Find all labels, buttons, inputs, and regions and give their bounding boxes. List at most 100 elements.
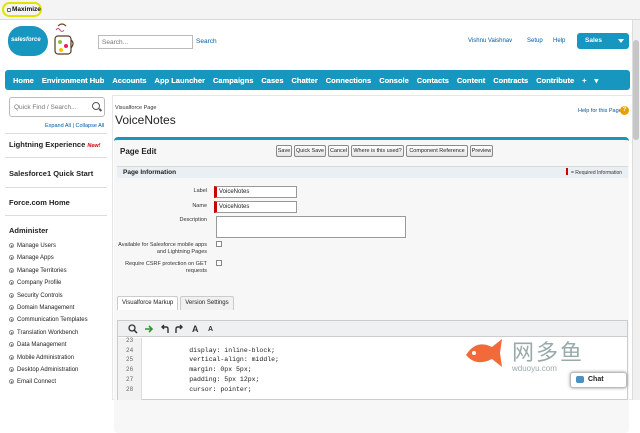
- tab-contribute[interactable]: Contribute: [532, 76, 578, 85]
- tab-contracts[interactable]: Contracts: [489, 76, 532, 85]
- code-line[interactable]: cursor: pointer;: [158, 386, 251, 393]
- search-input[interactable]: [99, 36, 192, 48]
- sidebar-item-communication-templates[interactable]: Communication Templates: [9, 317, 88, 323]
- sidebar-item-company-profile[interactable]: Company Profile: [9, 280, 61, 286]
- force-home-link[interactable]: Force.com Home: [9, 198, 107, 207]
- tab-connections[interactable]: Connections: [322, 76, 375, 85]
- setup-link[interactable]: Setup: [527, 38, 543, 44]
- sidebar-item-domain-management[interactable]: Domain Management: [9, 305, 74, 311]
- description-field[interactable]: [216, 216, 406, 238]
- font-decrease-button[interactable]: A: [208, 326, 213, 333]
- expand-arrow-icon[interactable]: [9, 267, 14, 273]
- label-label: Label: [193, 188, 207, 194]
- sidebar-item-translation-workbench[interactable]: Translation Workbench: [9, 329, 78, 336]
- expand-arrow-icon[interactable]: [9, 354, 14, 360]
- search-icon[interactable]: [128, 324, 138, 334]
- divider: [5, 157, 107, 158]
- expand-arrow-icon[interactable]: [9, 305, 14, 310]
- expand-arrow-icon[interactable]: [9, 243, 14, 248]
- code-line[interactable]: padding: 5px 12px;: [158, 376, 259, 383]
- page-subtitle: Visualforce Page: [115, 105, 157, 111]
- code-line[interactable]: margin: 0px 5px;: [158, 366, 251, 373]
- expand-arrow-icon[interactable]: [9, 329, 14, 335]
- label-field[interactable]: VoiceNotes: [214, 186, 297, 198]
- new-badge: New!: [87, 143, 101, 149]
- redo-icon[interactable]: [174, 324, 184, 334]
- sidebar-item-desktop-administration[interactable]: Desktop Administration: [9, 367, 78, 373]
- tab-visualforce-markup[interactable]: Visualforce Markup: [117, 296, 179, 310]
- scrollbar-thumb[interactable]: [633, 40, 639, 140]
- expand-arrow-icon[interactable]: [9, 379, 14, 385]
- sidebar-item-data-management[interactable]: Data Management: [9, 342, 66, 348]
- divider: [5, 187, 107, 188]
- sidebar-item-mobile-administration[interactable]: Mobile Administration: [9, 354, 74, 361]
- sidebar-item-manage-territories[interactable]: Manage Territories: [9, 267, 67, 274]
- tab-content[interactable]: Content: [453, 76, 489, 85]
- expand-arrow-icon[interactable]: [9, 292, 14, 298]
- sidebar-item-manage-apps[interactable]: Manage Apps: [9, 255, 54, 261]
- required-note: = Required Information: [566, 168, 622, 176]
- required-marker: [566, 168, 568, 175]
- mobile-checkbox[interactable]: [216, 241, 222, 247]
- sidebar-item-email-connect[interactable]: Email Connect: [9, 379, 56, 385]
- expand-arrow-icon[interactable]: [9, 280, 14, 286]
- csrf-checkbox[interactable]: [216, 260, 222, 266]
- tab-accounts[interactable]: Accounts: [108, 76, 150, 85]
- quick-find-input[interactable]: [14, 99, 94, 115]
- tab-cases[interactable]: Cases: [257, 76, 287, 85]
- save-button[interactable]: Save: [276, 145, 292, 157]
- name-label: Name: [192, 203, 207, 209]
- tab-chatter[interactable]: Chatter: [288, 76, 322, 85]
- component-reference-button[interactable]: Component Reference: [406, 145, 468, 157]
- expand-collapse-links[interactable]: Expand All | Collapse All: [45, 123, 104, 129]
- tab-campaigns[interactable]: Campaigns: [209, 76, 257, 85]
- tab-home[interactable]: Home: [9, 76, 38, 85]
- expand-arrow-icon[interactable]: [9, 255, 14, 261]
- tab-more[interactable]: +: [578, 76, 590, 85]
- browser-topbar: Maximize: [0, 0, 640, 20]
- tab-environment-hub[interactable]: Environment Hub: [38, 76, 109, 85]
- quick-save-button[interactable]: Quick Save: [294, 145, 326, 157]
- expand-arrow-icon[interactable]: [9, 317, 14, 323]
- app-menu[interactable]: Sales: [577, 33, 629, 49]
- help-link[interactable]: Help: [553, 38, 565, 44]
- user-menu[interactable]: Vishnu Vaishnav: [468, 38, 512, 44]
- tab-version-settings[interactable]: Version Settings: [180, 296, 234, 310]
- global-search[interactable]: [98, 35, 193, 49]
- go-to-line-icon[interactable]: [144, 324, 154, 334]
- tab-menu-chevron-icon[interactable]: ▾: [591, 76, 603, 85]
- where-is-this-used-button[interactable]: Where is this used?: [351, 145, 404, 157]
- sidebar-item-security-controls[interactable]: Security Controls: [9, 292, 63, 299]
- help-for-page-link[interactable]: Help for this Page?: [578, 106, 629, 115]
- font-increase-button[interactable]: A: [192, 324, 199, 334]
- mascot-icon: [54, 23, 74, 55]
- page-edit-title: Page Edit: [120, 147, 157, 156]
- name-field[interactable]: VoiceNotes: [214, 201, 297, 213]
- divider: [5, 215, 107, 216]
- expand-arrow-icon[interactable]: [9, 367, 14, 372]
- code-line[interactable]: vertical-align: middle;: [158, 356, 279, 363]
- chat-icon: [576, 376, 584, 383]
- maximize-button[interactable]: Maximize: [2, 2, 42, 17]
- undo-icon[interactable]: [160, 324, 170, 334]
- quick-find[interactable]: [9, 97, 105, 117]
- csrf-label: Require CSRF protection on GET requests: [125, 261, 207, 274]
- chat-button[interactable]: Chat: [570, 372, 627, 388]
- code-line[interactable]: display: inline-block;: [158, 347, 275, 354]
- window-icon: [7, 8, 11, 12]
- page-title: VoiceNotes: [115, 113, 176, 127]
- help-icon[interactable]: ?: [620, 106, 629, 115]
- sidebar-item-manage-users[interactable]: Manage Users: [9, 243, 56, 249]
- lightning-experience-link[interactable]: Lightning Experience New!: [9, 140, 107, 149]
- tab-contacts[interactable]: Contacts: [413, 76, 453, 85]
- salesforce-logo[interactable]: salesforce: [8, 26, 48, 56]
- expand-arrow-icon[interactable]: [9, 342, 14, 348]
- quick-start-link[interactable]: Salesforce1 Quick Start: [9, 169, 107, 178]
- sidebar: Expand All | Collapse All Lightning Expe…: [5, 93, 107, 400]
- tab-app-launcher[interactable]: App Launcher: [151, 76, 209, 85]
- search-button[interactable]: Search: [196, 35, 217, 49]
- search-icon[interactable]: [92, 102, 100, 110]
- cancel-button[interactable]: Cancel: [328, 145, 349, 157]
- preview-button[interactable]: Preview: [470, 145, 493, 157]
- tab-console[interactable]: Console: [375, 76, 413, 85]
